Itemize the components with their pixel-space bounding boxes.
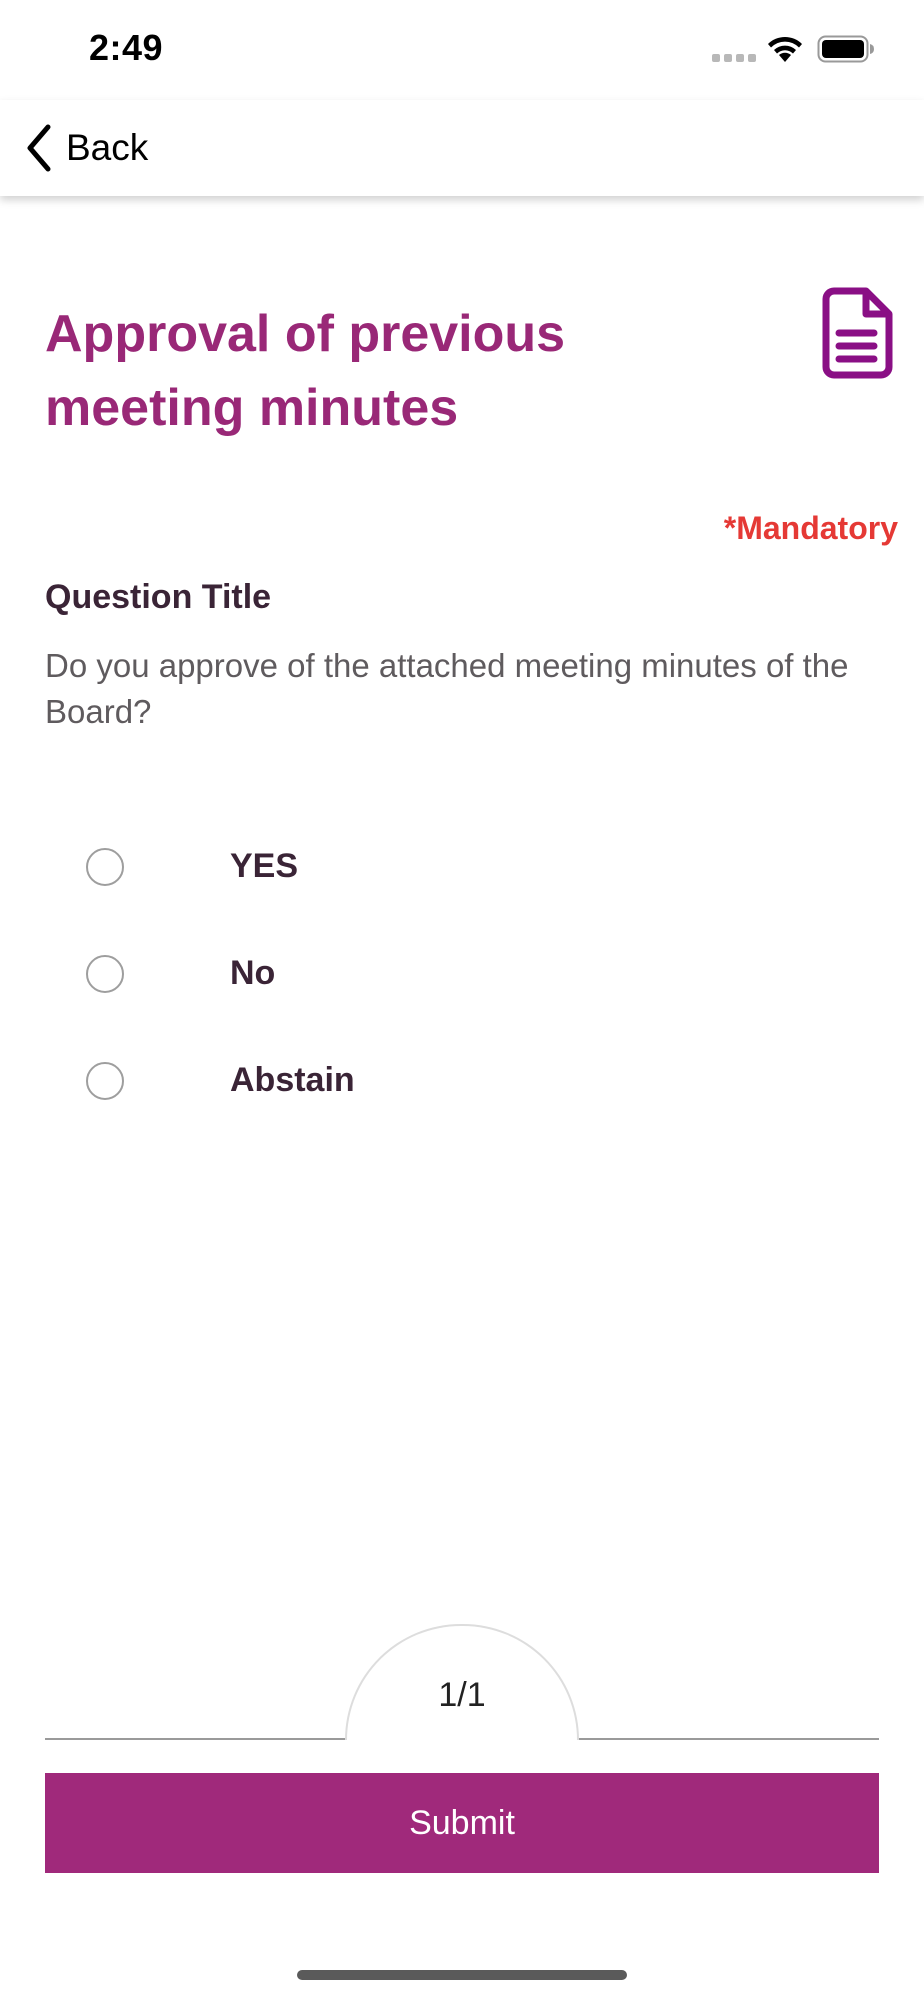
status-bar: 2:49 xyxy=(0,0,924,100)
document-icon xyxy=(822,287,893,379)
signal-icon xyxy=(712,54,756,62)
back-label: Back xyxy=(66,127,149,168)
page-indicator: 1/1 xyxy=(438,1676,486,1714)
radio-button[interactable] xyxy=(86,847,124,886)
option-yes[interactable]: YES xyxy=(86,813,786,920)
question-heading: Question Title xyxy=(45,578,272,616)
option-label: YES xyxy=(230,847,299,885)
radio-button[interactable] xyxy=(86,954,124,993)
option-no[interactable]: No xyxy=(86,920,786,1027)
option-label: Abstain xyxy=(230,1061,355,1099)
navigation-bar: Back xyxy=(0,100,924,196)
submit-button[interactable]: Submit xyxy=(45,1773,879,1873)
home-indicator xyxy=(297,1970,627,1980)
option-abstain[interactable]: Abstain xyxy=(86,1027,786,1134)
status-time: 2:49 xyxy=(89,27,164,68)
wifi-icon xyxy=(768,36,802,62)
question-text: Do you approve of the attached meeting m… xyxy=(45,647,849,730)
page-title: Approval of previous meeting minutes xyxy=(45,305,566,437)
answer-options: YES No Abstain xyxy=(86,813,786,1134)
attachment-button[interactable] xyxy=(822,286,894,380)
back-button[interactable]: Back xyxy=(22,120,148,176)
chevron-left-icon xyxy=(27,124,51,172)
battery-icon xyxy=(817,35,874,63)
mandatory-label: *Mandatory xyxy=(723,510,898,546)
radio-button[interactable] xyxy=(86,1061,124,1100)
option-label: No xyxy=(230,954,276,992)
